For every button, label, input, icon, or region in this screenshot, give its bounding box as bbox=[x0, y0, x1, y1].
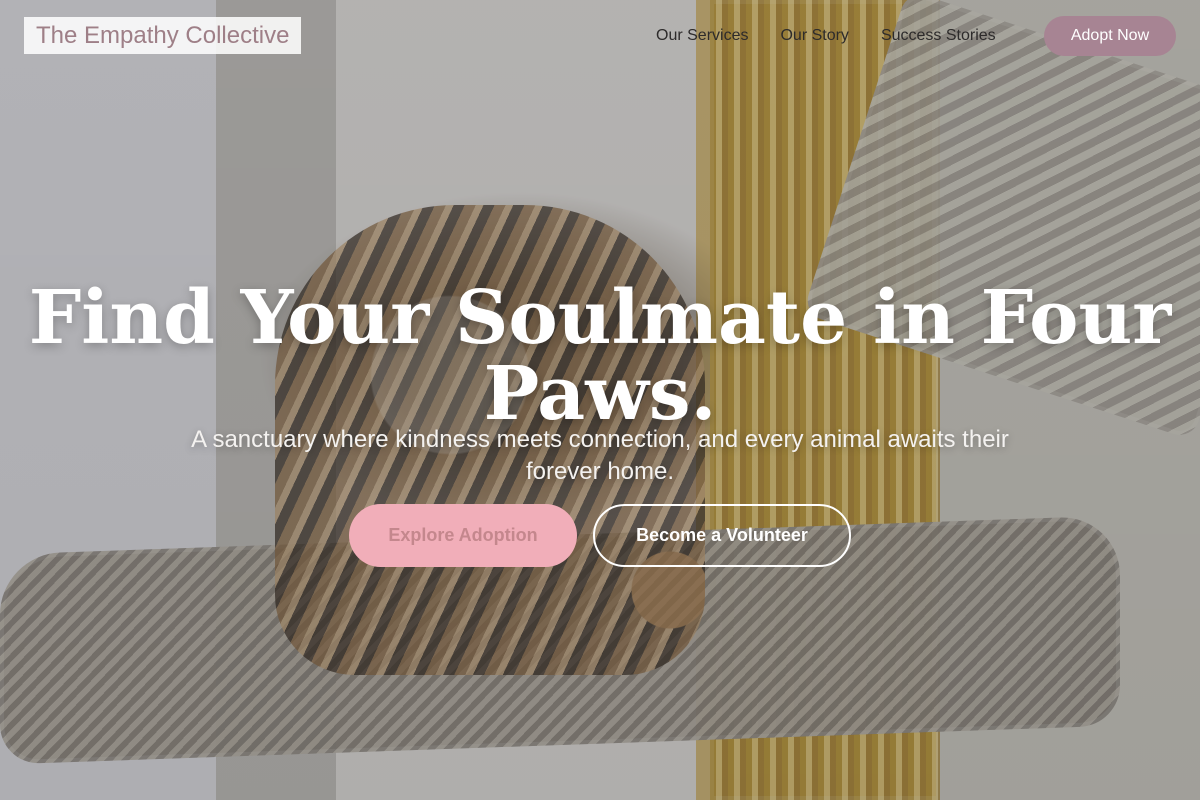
nav-item-our-story[interactable]: Our Story bbox=[780, 25, 848, 47]
become-volunteer-button[interactable]: Become a Volunteer bbox=[593, 504, 851, 567]
hero-subheadline: A sanctuary where kindness meets connect… bbox=[191, 426, 1009, 485]
hero-section: The Empathy Collective Our Services Our … bbox=[0, 0, 1200, 800]
nav-item-our-services[interactable]: Our Services bbox=[656, 25, 748, 47]
brand-logo[interactable]: The Empathy Collective bbox=[24, 17, 302, 54]
explore-adoption-button[interactable]: Explore Adoption bbox=[349, 504, 577, 567]
hero-headline: Find Your Soulmate in Four Paws. bbox=[28, 274, 1172, 437]
main-navigation: Our Services Our Story Success Stories bbox=[656, 25, 996, 47]
navigation-bar: The Empathy Collective Our Services Our … bbox=[0, 0, 1200, 72]
nav-item-success-stories[interactable]: Success Stories bbox=[881, 25, 996, 47]
adopt-now-button[interactable]: Adopt Now bbox=[1044, 16, 1176, 56]
